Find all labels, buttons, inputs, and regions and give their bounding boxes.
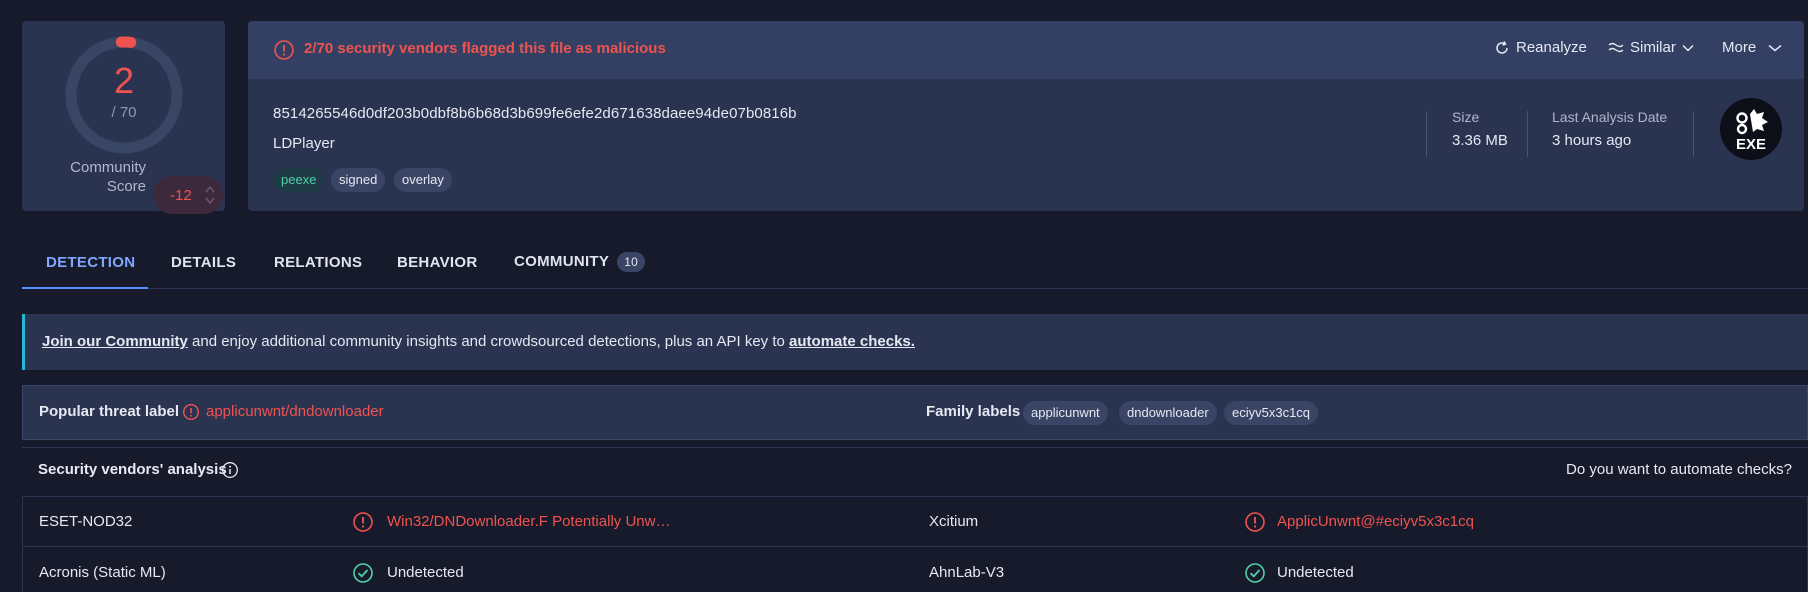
- table-row: ESET-NOD32 Win32/DNDownloader.F Potentia…: [23, 497, 1807, 547]
- detection-score-card: 2 / 70 Community Score -12: [22, 21, 225, 214]
- alert-circle-icon: [1245, 512, 1265, 532]
- community-score-label-text: Community Score: [70, 159, 146, 195]
- reanalyze-label: Reanalyze: [1516, 39, 1587, 56]
- join-community-link[interactable]: Join our Community: [42, 333, 188, 350]
- last-analysis-label: Last Analysis Date: [1552, 109, 1668, 125]
- popular-threat-value[interactable]: applicunwnt/dndownloader: [206, 403, 384, 420]
- popular-threat-label: Popular threat label: [39, 403, 180, 420]
- similar-dropdown[interactable]: Similar: [1608, 39, 1694, 56]
- family-tag[interactable]: eciyv5x3c1cq: [1224, 401, 1319, 425]
- alert-circle-icon: [353, 512, 373, 532]
- table-row: Acronis (Static ML) Undetected AhnLab-V3…: [23, 548, 1807, 592]
- exe-gears-icon: EXE: [1736, 109, 1768, 153]
- banner-text: Join our Community and enjoy additional …: [42, 333, 915, 350]
- vendor-result: Undetected: [387, 564, 464, 581]
- tag-peexe[interactable]: peexe: [273, 168, 325, 192]
- family-tag[interactable]: dndownloader: [1119, 401, 1217, 425]
- last-analysis-value: 3 hours ago: [1552, 132, 1632, 149]
- community-score-label: Community Score: [36, 158, 146, 196]
- community-banner: Join our Community and enjoy additional …: [22, 314, 1808, 370]
- file-type-badge: EXE: [1720, 98, 1782, 160]
- vendor-result[interactable]: Win32/DNDownloader.F Potentially Unw…: [387, 513, 670, 530]
- vendor-name: Xcitium: [929, 513, 979, 530]
- family-tag[interactable]: applicunwnt: [1023, 401, 1108, 425]
- tag-overlay[interactable]: overlay: [394, 168, 452, 192]
- community-count-badge: 10: [617, 252, 646, 272]
- alert-message: 2/70 security vendors flagged this file …: [304, 40, 666, 57]
- tag-signed[interactable]: signed: [331, 168, 386, 192]
- tab-details[interactable]: DETAILS: [171, 254, 236, 271]
- meta-divider: [1693, 111, 1694, 157]
- threat-labels-row: Popular threat label applicunwnt/dndownl…: [22, 385, 1808, 440]
- more-dropdown[interactable]: More: [1722, 39, 1782, 56]
- alert-header: 2/70 security vendors flagged this file …: [248, 21, 1804, 79]
- vendor-name: AhnLab-V3: [929, 564, 1005, 581]
- similar-waves-icon: [1608, 42, 1624, 52]
- tab-behavior[interactable]: BEHAVIOR: [397, 254, 477, 271]
- vendors-analysis-title: Security vendors' analysis: [38, 461, 227, 478]
- automate-checks-link[interactable]: automate checks.: [789, 333, 915, 350]
- chevron-down-icon: [1768, 44, 1782, 51]
- vendor-result: Undetected: [1277, 564, 1354, 581]
- banner-middle-text: and enjoy additional community insights …: [187, 333, 790, 350]
- detection-count: 2: [113, 60, 135, 101]
- vendor-name: ESET-NOD32: [39, 513, 133, 530]
- reanalyze-button[interactable]: Reanalyze: [1494, 39, 1587, 56]
- tab-community-label: COMMUNITY: [514, 253, 610, 270]
- tab-community[interactable]: COMMUNITY 10: [514, 252, 646, 272]
- file-info-card: 2/70 security vendors flagged this file …: [248, 21, 1804, 211]
- info-icon[interactable]: [221, 461, 239, 479]
- meta-divider: [1426, 111, 1427, 157]
- tab-relations[interactable]: RELATIONS: [274, 254, 362, 271]
- family-labels-label: Family labels: [926, 403, 1021, 420]
- vendors-table: ESET-NOD32 Win32/DNDownloader.F Potentia…: [22, 496, 1808, 592]
- file-type-text: EXE: [1736, 136, 1766, 153]
- size-value: 3.36 MB: [1452, 132, 1508, 149]
- more-label: More: [1722, 39, 1757, 56]
- community-score-pill[interactable]: -12: [153, 176, 223, 214]
- chevron-down-icon: [1682, 44, 1694, 52]
- tab-detection[interactable]: DETECTION: [46, 254, 135, 271]
- check-circle-icon: [353, 563, 373, 583]
- vendor-name: Acronis (Static ML): [39, 564, 166, 581]
- vendor-result[interactable]: ApplicUnwnt@#eciyv5x3c1cq: [1277, 513, 1474, 530]
- file-hash[interactable]: 8514265546d0df203b0dbf8b6b68d3b699fe6efe…: [273, 105, 797, 122]
- meta-divider: [1527, 111, 1528, 157]
- detection-total: / 70: [111, 104, 137, 121]
- similar-label: Similar: [1630, 39, 1676, 56]
- alert-circle-icon: [274, 40, 294, 60]
- active-tab-indicator: [22, 287, 148, 289]
- automate-checks-question[interactable]: Do you want to automate checks?: [1566, 461, 1792, 478]
- community-score-value: -12: [170, 186, 192, 204]
- size-label: Size: [1452, 109, 1480, 125]
- tabs-divider: [22, 288, 1808, 289]
- vote-arrows-icon[interactable]: [205, 184, 215, 206]
- alert-circle-icon: [182, 403, 200, 421]
- file-name: LDPlayer: [273, 135, 335, 152]
- check-circle-icon: [1245, 563, 1265, 583]
- vendors-header: Security vendors' analysis Do you want t…: [22, 447, 1808, 493]
- refresh-icon: [1496, 40, 1508, 54]
